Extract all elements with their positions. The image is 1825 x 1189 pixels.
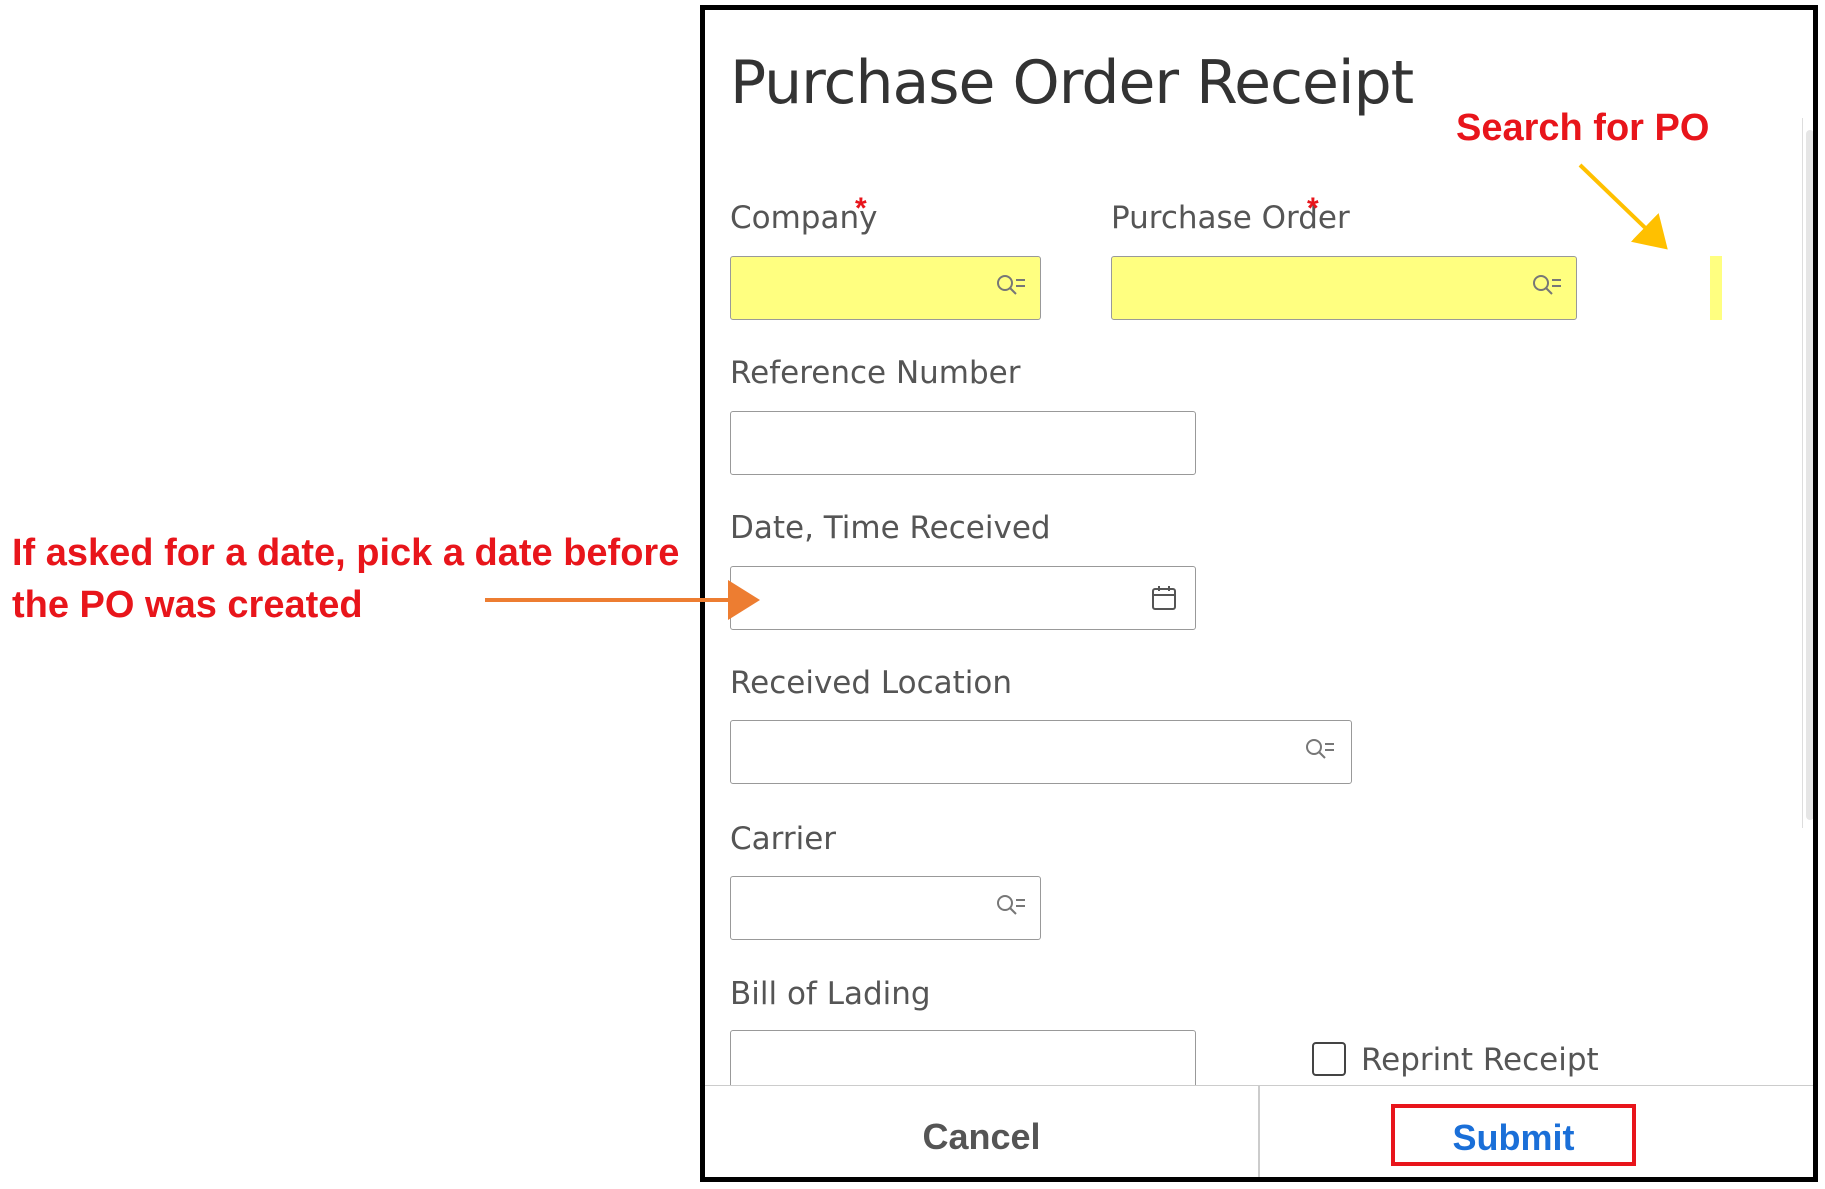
search-list-icon[interactable] xyxy=(1303,735,1337,769)
date-time-received-label: Date, Time Received xyxy=(730,510,1051,546)
date-hint-line-1: If asked for a date, pick a date before xyxy=(12,532,680,574)
search-list-icon[interactable] xyxy=(994,271,1028,305)
purchase-order-field[interactable] xyxy=(1111,256,1577,320)
dialog-footer: Cancel Submit xyxy=(705,1085,1813,1177)
date-hint-line-2: the PO was created xyxy=(12,584,363,626)
cancel-button[interactable]: Cancel xyxy=(705,1104,1258,1168)
dialog-title: Purchase Order Receipt xyxy=(730,48,1414,118)
reprint-receipt-label: Reprint Receipt xyxy=(1361,1042,1599,1078)
company-required-mark: * xyxy=(855,192,867,225)
search-list-icon[interactable] xyxy=(1530,271,1564,305)
received-location-label: Received Location xyxy=(730,665,1013,701)
received-location-field[interactable] xyxy=(730,720,1352,784)
search-list-icon[interactable] xyxy=(994,891,1028,925)
reference-number-field[interactable] xyxy=(730,411,1196,475)
purchase-order-highlight-edge xyxy=(1710,256,1722,320)
date-hint-annotation: If asked for a date, pick a date before … xyxy=(12,527,679,631)
bill-of-lading-label: Bill of Lading xyxy=(730,976,931,1012)
reprint-receipt-checkbox[interactable] xyxy=(1312,1042,1346,1076)
submit-button[interactable]: Submit xyxy=(1391,1104,1636,1166)
purchase-order-receipt-dialog: Purchase Order Receipt Company * Purchas… xyxy=(700,5,1818,1182)
search-hint-annotation: Search for PO xyxy=(1456,107,1710,149)
company-field[interactable] xyxy=(730,256,1041,320)
scrollbar-thumb[interactable] xyxy=(1806,130,1813,820)
calendar-icon[interactable] xyxy=(1147,581,1181,615)
purchase-order-required-mark: * xyxy=(1307,192,1319,225)
carrier-label: Carrier xyxy=(730,821,837,857)
reference-number-label: Reference Number xyxy=(730,355,1021,391)
date-time-received-field[interactable] xyxy=(730,566,1196,630)
footer-divider xyxy=(1258,1086,1260,1177)
carrier-field[interactable] xyxy=(730,876,1041,940)
